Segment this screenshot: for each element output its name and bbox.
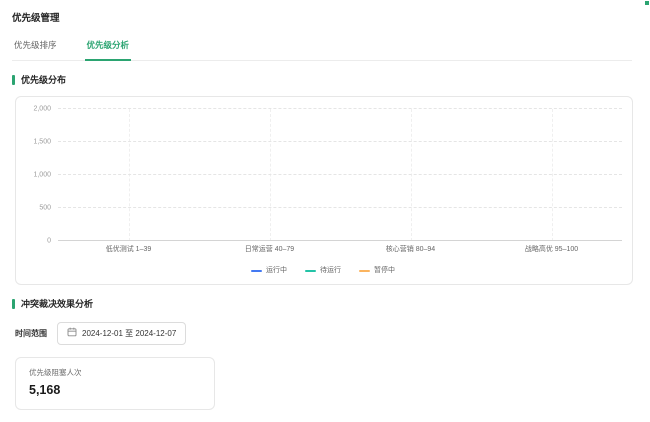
x-category-label: 日常运营 40–79 bbox=[199, 245, 340, 254]
legend-item-待运行[interactable]: 待运行 bbox=[305, 267, 341, 275]
chart-legend: 运行中 待运行 暂停中 bbox=[24, 266, 622, 276]
page-title: 优先级管理 bbox=[12, 12, 636, 26]
category-gridline bbox=[552, 109, 553, 241]
y-tick-label: 1,000 bbox=[33, 172, 51, 179]
corner-mark bbox=[645, 1, 649, 5]
legend-label: 暂停中 bbox=[374, 267, 395, 275]
tab-priority-sort[interactable]: 优先级排序 bbox=[12, 39, 59, 60]
bar-column bbox=[481, 109, 622, 241]
plot-area bbox=[58, 109, 622, 241]
y-tick-label: 1,500 bbox=[33, 139, 51, 146]
legend-marker bbox=[359, 270, 370, 273]
chart-body: 05001,0001,5002,000 bbox=[24, 107, 622, 241]
priority-management-page: 优先级管理 优先级排序 优先级分析 优先级分布 0 500 1,000 1,500 2,… bbox=[0, 0, 650, 422]
category-gridline bbox=[129, 109, 130, 241]
stat-card-priority-blocked: 优先级阻塞人次 5,168 bbox=[15, 357, 215, 410]
y-tick-label: 2,000 bbox=[33, 106, 51, 113]
time-range-label: 时间范围 bbox=[15, 328, 47, 339]
x-category-label: 战略高优 95–100 bbox=[481, 245, 622, 254]
gridline bbox=[58, 174, 622, 175]
legend-marker bbox=[251, 270, 262, 273]
section-title-distribution: 优先级分布 bbox=[12, 74, 636, 86]
category-gridline bbox=[411, 109, 412, 241]
legend-label: 待运行 bbox=[320, 267, 341, 275]
legend-label: 运行中 bbox=[266, 267, 287, 275]
y-tick-label: 500 bbox=[39, 205, 51, 212]
x-axis-line bbox=[58, 240, 622, 241]
date-range-value: 2024-12-01 至 2024-12-07 bbox=[82, 329, 176, 339]
y-axis: 05001,0001,5002,000 bbox=[24, 109, 58, 241]
tab-priority-analysis[interactable]: 优先级分析 bbox=[85, 39, 132, 61]
x-category-label: 核心营销 80–94 bbox=[340, 245, 481, 254]
x-axis-labels: 低优测试 1–39日常运营 40–79核心营销 80–94战略高优 95–100 bbox=[58, 245, 622, 254]
x-category-label: 低优测试 1–39 bbox=[58, 245, 199, 254]
date-range-input[interactable]: 2024-12-01 至 2024-12-07 bbox=[57, 322, 186, 345]
priority-distribution-chart: 0 500 1,000 1,500 2,000 低优测试 1–39日常运营 40–79核… bbox=[15, 96, 633, 285]
tab-bar: 优先级排序 优先级分析 bbox=[12, 39, 632, 61]
bar-column bbox=[340, 109, 481, 241]
bar-column bbox=[58, 109, 199, 241]
gridline bbox=[58, 141, 622, 142]
stat-card-value: 5,168 bbox=[29, 383, 201, 397]
gridline bbox=[58, 207, 622, 208]
legend-item-运行中[interactable]: 运行中 bbox=[251, 267, 287, 275]
calendar-icon bbox=[67, 327, 77, 340]
legend-marker bbox=[305, 270, 316, 273]
y-tick-label: 0 bbox=[47, 238, 51, 245]
time-range-row: 时间范围 2024-12-01 至 2024-12-07 bbox=[15, 322, 636, 345]
stat-card-label: 优先级阻塞人次 bbox=[29, 368, 201, 378]
legend-item-暂停中[interactable]: 暂停中 bbox=[359, 267, 395, 275]
category-gridline bbox=[270, 109, 271, 241]
bar-column bbox=[199, 109, 340, 241]
gridline bbox=[58, 108, 622, 109]
bars-container bbox=[58, 109, 622, 241]
section-title-conflict: 冲突裁决效果分析 bbox=[12, 298, 636, 310]
